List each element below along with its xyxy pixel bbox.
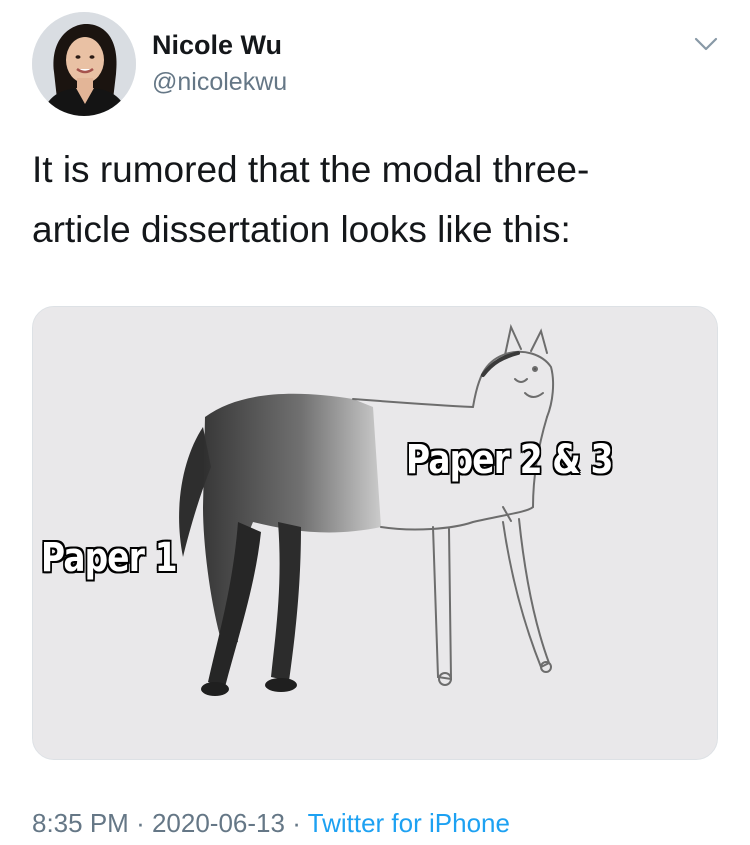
meme-caption-paper-1: Paper 1	[41, 535, 178, 581]
display-name[interactable]: Nicole Wu	[152, 30, 282, 61]
tweet-source-link[interactable]: Twitter for iPhone	[308, 808, 510, 838]
tweet-date[interactable]: 2020-06-13	[152, 808, 285, 838]
tweet-text-line: It is rumored that the modal three-	[32, 149, 590, 190]
tweet-text-line: article dissertation looks like this:	[32, 209, 571, 250]
meme-caption-paper-2-3: Paper 2 & 3	[406, 437, 613, 483]
username-handle[interactable]: @nicolekwu	[152, 68, 287, 97]
horse-drawing	[33, 307, 717, 759]
separator: ·	[292, 808, 301, 838]
tweet: Nicole Wu @nicolekwu It is rumored that …	[0, 0, 750, 845]
tweet-meta: 8:35 PM · 2020-06-13 · Twitter for iPhon…	[32, 808, 510, 839]
tweet-time[interactable]: 8:35 PM	[32, 808, 129, 838]
tweet-text: It is rumored that the modal three- arti…	[32, 140, 722, 260]
tweet-image[interactable]: Paper 1 Paper 2 & 3	[32, 306, 718, 760]
avatar[interactable]	[32, 12, 136, 116]
separator: ·	[136, 808, 145, 838]
chevron-down-icon[interactable]	[690, 28, 722, 60]
